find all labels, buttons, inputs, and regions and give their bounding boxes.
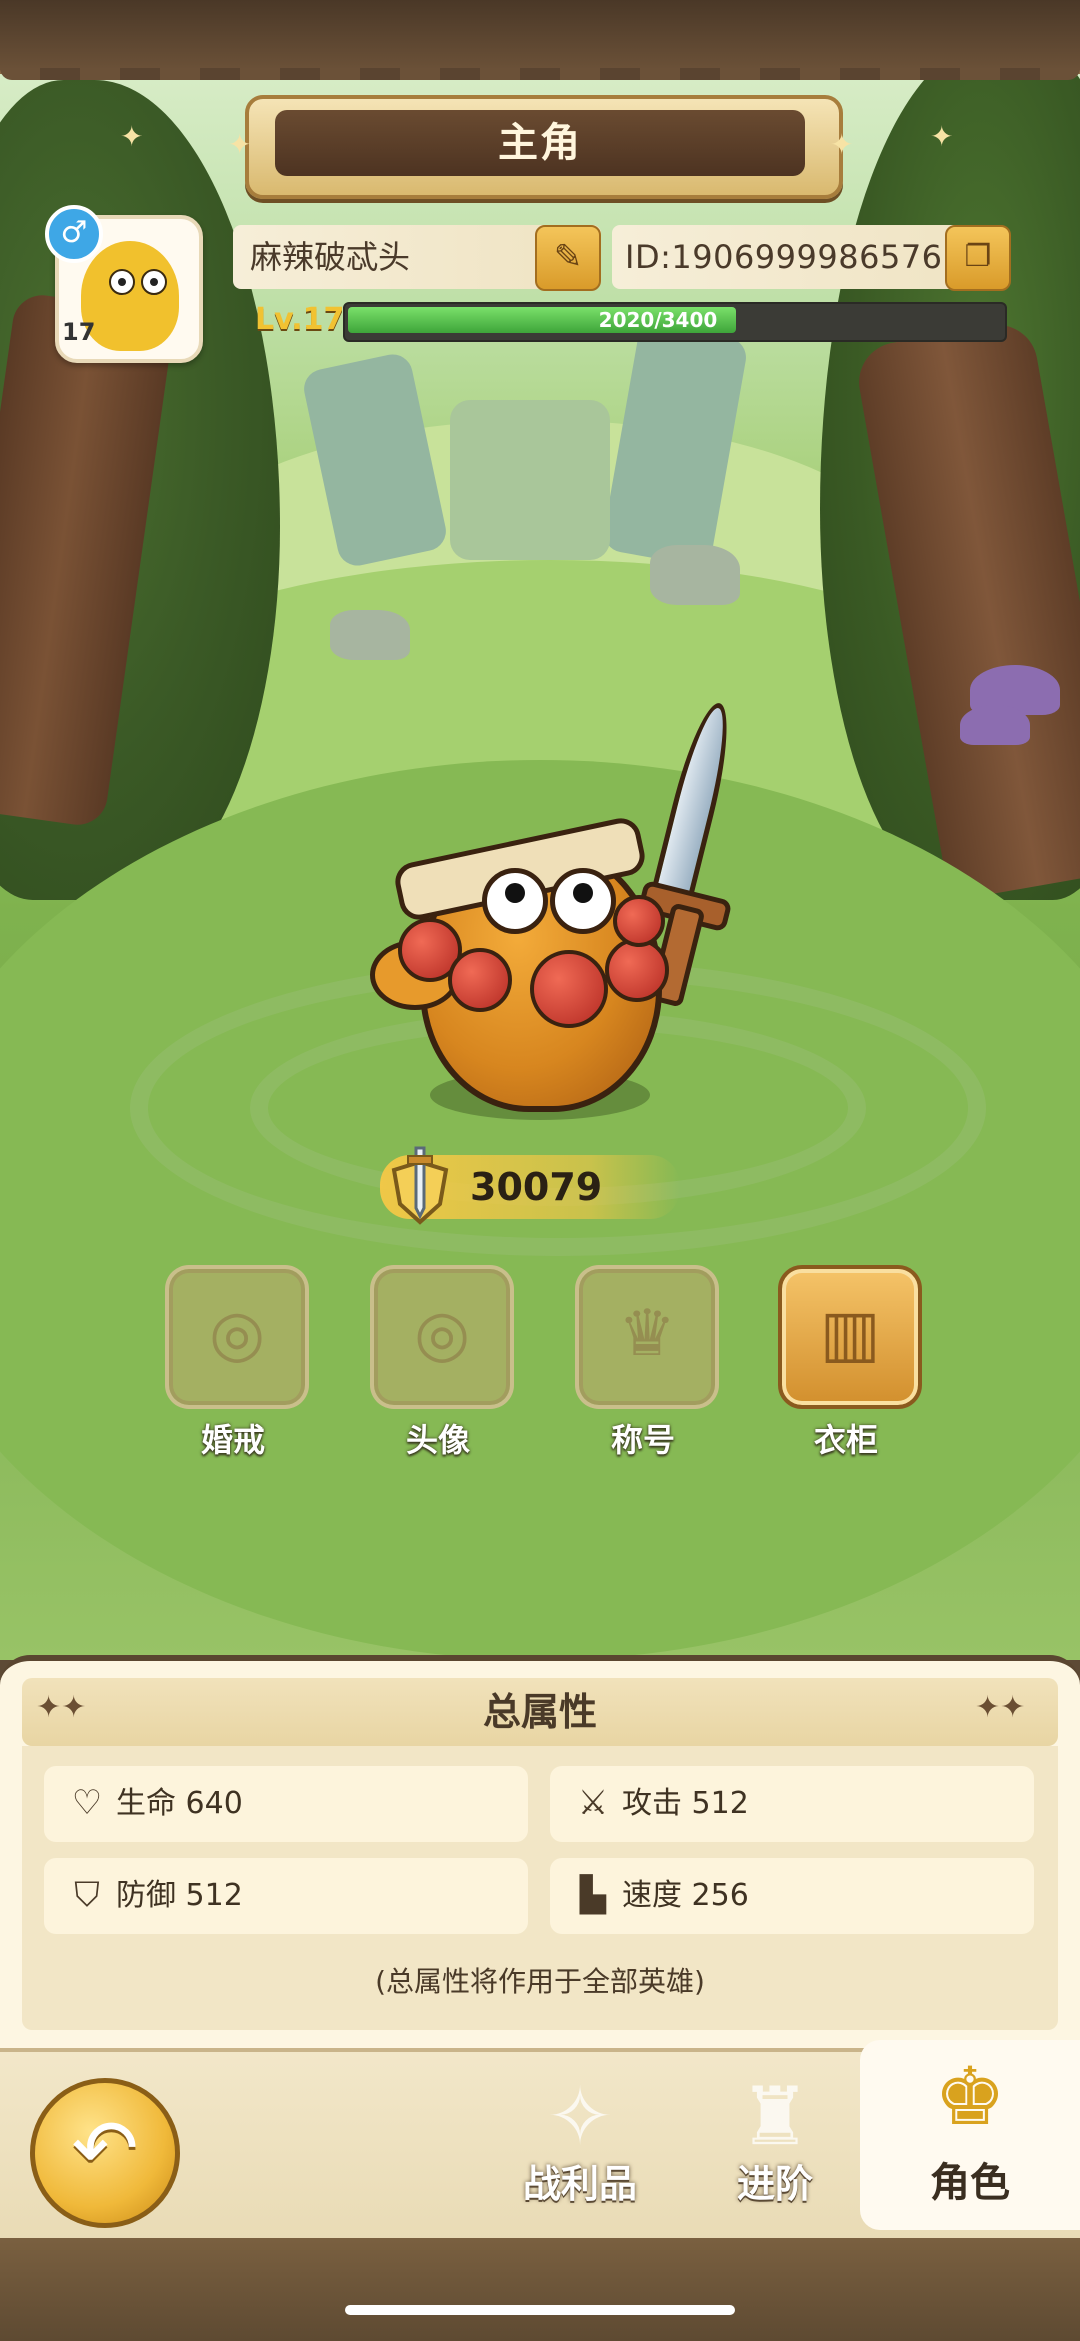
stat-speed: ▙ 速度 256 [550,1858,1034,1934]
mushroom [960,705,1030,745]
xp-text: 2020/3400 [598,308,718,332]
home-indicator[interactable] [345,2305,735,2315]
nav-loot-label: 战利品 [522,2162,637,2206]
attack-icon: ⚔ [577,1783,609,1823]
wardrobe-icon: ▥ [819,1297,881,1371]
sparkle-icon: ✦ [228,128,252,161]
character-icon: ♚ [934,2050,1006,2143]
boot-icon: ▙ [579,1875,607,1915]
nav-advance-label: 进阶 [736,2162,813,2206]
male-gender-icon: ♂ [45,205,103,263]
stat-hp-label: 生命 640 [116,1786,243,1821]
stat-defense: ⛉ 防御 512 [44,1858,528,1934]
back-arrow-icon: ↶ [71,2102,139,2195]
pencil-icon: ✎ [553,237,583,277]
nav-advance[interactable]: ♜ 进阶 [700,2070,850,2240]
nav-character-label: 角色 [930,2160,1010,2206]
stat-defense-label: 防御 512 [116,1878,243,1913]
stat-hp: ♡ 生命 640 [44,1766,528,1842]
stat-attack-label: 攻击 512 [622,1786,749,1821]
hero-bead [448,948,512,1012]
wardrobe-button[interactable]: ▥ [778,1265,922,1409]
portrait-button[interactable]: ◎ [370,1265,514,1409]
player-name: 麻辣破忒头 [250,238,411,276]
rock [650,545,740,605]
portrait-ring-icon: ◎ [414,1297,470,1371]
heart-icon: ♡ [71,1783,103,1823]
avatar-eye [141,269,167,295]
hero-eye [550,868,616,934]
avatar-eye [109,269,135,295]
attribute-note: (总属性将作用于全部英雄) [375,1965,705,1998]
copy-icon: ❐ [964,239,992,274]
player-id: ID:1906999986576 [625,238,943,276]
sparkle-icon: ✦ [120,120,144,153]
level-label: Lv.17 [255,302,345,337]
wardrobe-label: 衣柜 [813,1421,878,1459]
top-frame [0,0,1080,80]
hero-bead [613,895,665,947]
title-button[interactable]: ♛ [575,1265,719,1409]
back-button[interactable]: ↶ [30,2078,180,2228]
sparkle-icon: ✦ [830,128,854,161]
sparkle-icon: ✦✦ [36,1690,87,1725]
sword-shield-power-icon [391,1146,449,1225]
stone-pillar [450,400,610,560]
hero-bead [605,938,669,1002]
ring-button[interactable]: ◎ [165,1265,309,1409]
attribute-panel-title: 总属性 [482,1690,597,1734]
hero-eye [482,868,548,934]
copy-id-button[interactable]: ❐ [945,225,1011,291]
ring-label: 婚戒 [200,1421,265,1459]
hero-bead [530,950,608,1028]
sparkle-icon: ✦✦ [975,1690,1026,1725]
edit-name-button[interactable]: ✎ [535,225,601,291]
nav-loot[interactable]: ✧ 战利品 [500,2070,660,2240]
combat-power-value: 30079 [470,1165,603,1209]
avatar-level: 17 [62,318,96,346]
rock [330,610,410,660]
page-title: 主角 [498,120,582,166]
advance-icon: ♜ [739,2070,811,2163]
portrait-label: 头像 [405,1421,470,1459]
bottom-frame [0,2238,1080,2341]
potato-face [81,241,179,351]
stat-attack: ⚔ 攻击 512 [550,1766,1034,1842]
crown-title-icon: ♛ [618,1297,676,1371]
loot-icon: ✧ [546,2070,614,2163]
ring-icon: ◎ [209,1297,265,1371]
shield-icon: ⛉ [74,1875,100,1915]
title-label: 称号 [610,1421,675,1459]
stat-speed-label: 速度 256 [622,1878,749,1913]
sparkle-icon: ✦ [930,120,954,153]
